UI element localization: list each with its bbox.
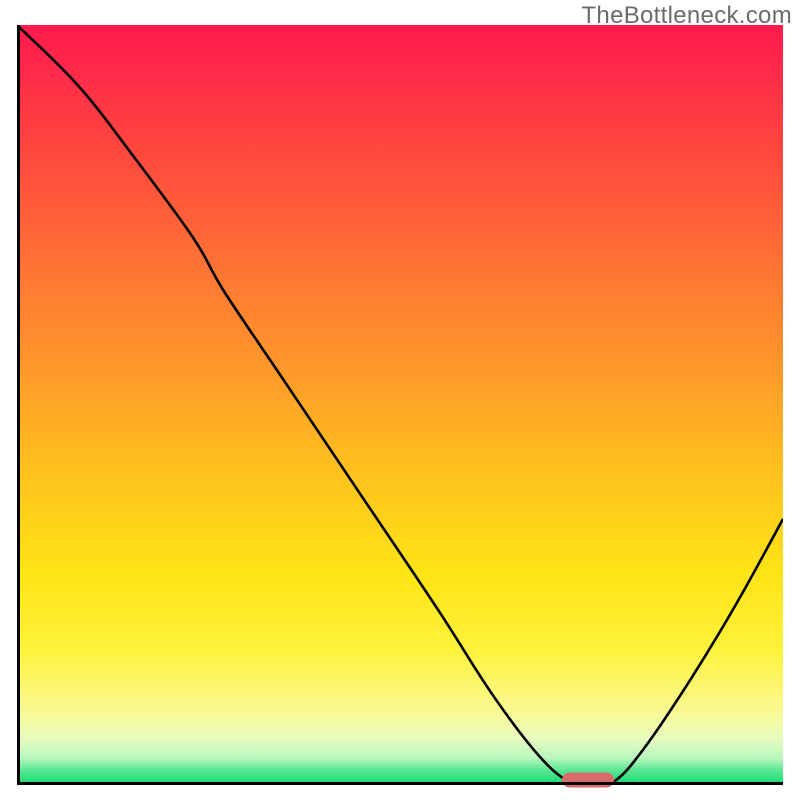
chart-container: { "watermark": "TheBottleneck.com", "col… [0,0,800,800]
plot-area [17,25,783,785]
curve-path [17,25,783,784]
y-axis [17,25,20,785]
optimum-marker-icon [562,773,614,788]
watermark-text: TheBottleneck.com [581,2,792,30]
bottleneck-curve [17,25,783,785]
x-axis [17,782,783,785]
